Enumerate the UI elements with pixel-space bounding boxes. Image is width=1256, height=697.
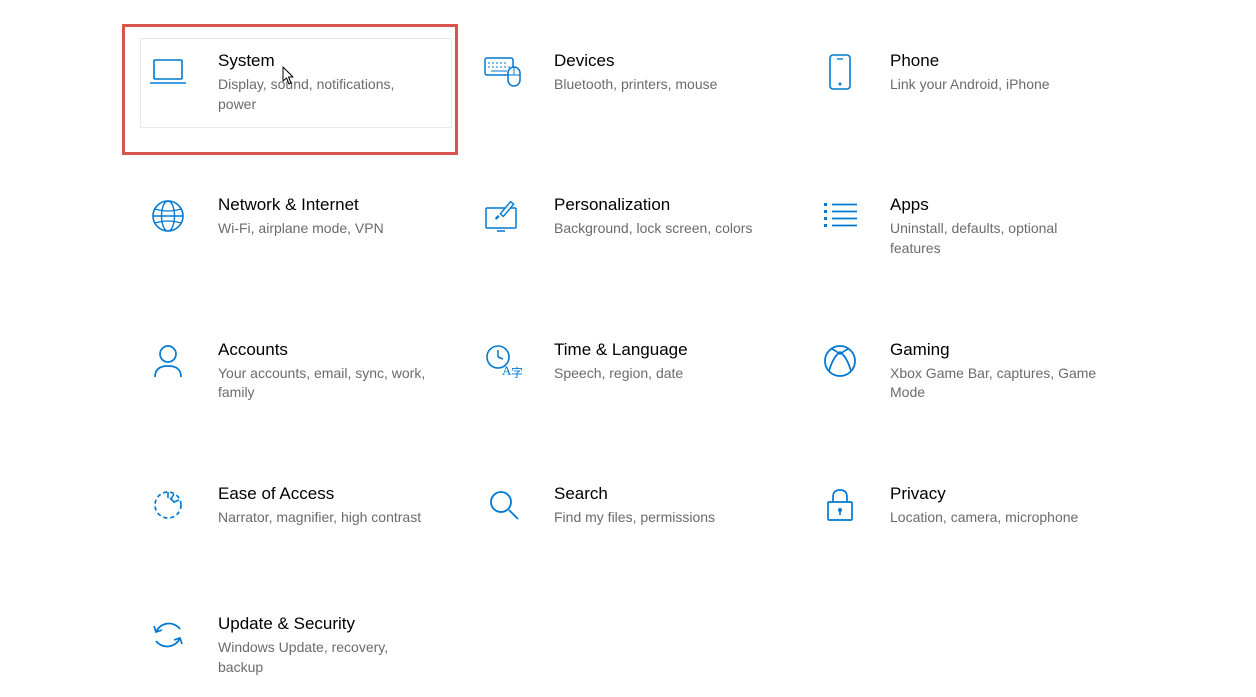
tile-devices[interactable]: Devices Bluetooth, printers, mouse — [464, 30, 800, 134]
tile-title: Phone — [890, 50, 1106, 72]
xbox-icon — [820, 341, 860, 381]
list-icon — [820, 196, 860, 236]
tile-title: Update & Security — [218, 613, 434, 635]
tile-title: Devices — [554, 50, 770, 72]
tile-apps[interactable]: Apps Uninstall, defaults, optional featu… — [800, 174, 1136, 278]
tile-search[interactable]: Search Find my files, permissions — [464, 463, 800, 553]
settings-grid: System Display, sound, notifications, po… — [128, 30, 1256, 697]
tile-title: Gaming — [890, 339, 1106, 361]
tile-title: Apps — [890, 194, 1106, 216]
ease-of-access-icon — [148, 485, 188, 525]
phone-icon — [820, 52, 860, 92]
tile-network[interactable]: Network & Internet Wi-Fi, airplane mode,… — [128, 174, 464, 278]
pen-monitor-icon — [484, 196, 524, 236]
tile-title: Privacy — [890, 483, 1106, 505]
tile-desc: Uninstall, defaults, optional features — [890, 219, 1100, 258]
tile-accounts[interactable]: Accounts Your accounts, email, sync, wor… — [128, 319, 464, 423]
search-icon — [484, 485, 524, 525]
tile-personalization[interactable]: Personalization Background, lock screen,… — [464, 174, 800, 278]
tile-title: Search — [554, 483, 770, 505]
tile-desc: Find my files, permissions — [554, 508, 764, 528]
keyboard-mouse-icon — [484, 52, 524, 92]
tile-title: Time & Language — [554, 339, 770, 361]
person-icon — [148, 341, 188, 381]
lock-icon — [820, 485, 860, 525]
laptop-icon — [148, 52, 188, 92]
tile-desc: Location, camera, microphone — [890, 508, 1100, 528]
tile-desc: Narrator, magnifier, high contrast — [218, 508, 428, 528]
tile-desc: Display, sound, notifications, power — [218, 75, 428, 114]
tile-desc: Speech, region, date — [554, 364, 764, 384]
tile-desc: Background, lock screen, colors — [554, 219, 764, 239]
tile-desc: Your accounts, email, sync, work, family — [218, 364, 428, 403]
tile-update-security[interactable]: Update & Security Windows Update, recove… — [128, 593, 464, 697]
tile-phone[interactable]: Phone Link your Android, iPhone — [800, 30, 1136, 134]
tile-desc: Link your Android, iPhone — [890, 75, 1100, 95]
tile-ease-of-access[interactable]: Ease of Access Narrator, magnifier, high… — [128, 463, 464, 553]
tile-title: Accounts — [218, 339, 434, 361]
tile-title: Personalization — [554, 194, 770, 216]
tile-desc: Windows Update, recovery, backup — [218, 638, 428, 677]
tile-privacy[interactable]: Privacy Location, camera, microphone — [800, 463, 1136, 553]
globe-icon — [148, 196, 188, 236]
tile-time-language[interactable]: A字 Time & Language Speech, region, date — [464, 319, 800, 423]
sync-icon — [148, 615, 188, 655]
tile-desc: Bluetooth, printers, mouse — [554, 75, 764, 95]
tile-system[interactable]: System Display, sound, notifications, po… — [128, 30, 464, 134]
tile-title: System — [218, 50, 434, 72]
tile-desc: Xbox Game Bar, captures, Game Mode — [890, 364, 1100, 403]
svg-text:字: 字 — [511, 365, 523, 378]
tile-gaming[interactable]: Gaming Xbox Game Bar, captures, Game Mod… — [800, 319, 1136, 423]
tile-desc: Wi-Fi, airplane mode, VPN — [218, 219, 428, 239]
time-language-icon: A字 — [484, 341, 524, 381]
tile-title: Ease of Access — [218, 483, 434, 505]
tile-title: Network & Internet — [218, 194, 434, 216]
